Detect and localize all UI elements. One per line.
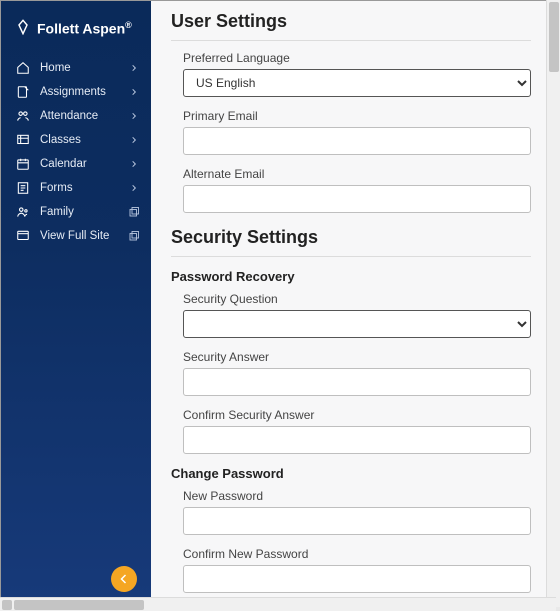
calendar-icon	[15, 157, 30, 171]
field-security-question: Security Question	[183, 292, 531, 338]
sidebar-item-label: Home	[40, 62, 117, 74]
primary-email-label: Primary Email	[183, 109, 531, 123]
security-answer-label: Security Answer	[183, 350, 531, 364]
field-confirm-security-answer: Confirm Security Answer	[183, 408, 531, 454]
sidebar-item-home[interactable]: Home	[1, 56, 151, 80]
new-password-label: New Password	[183, 489, 531, 503]
preferred-language-label: Preferred Language	[183, 51, 531, 65]
chevron-right-icon	[127, 160, 141, 168]
sidebar-item-view-full-site[interactable]: View Full Site	[1, 224, 151, 248]
field-preferred-language: Preferred Language US English	[183, 51, 531, 97]
sidebar-item-label: Family	[40, 206, 117, 218]
vertical-scrollbar[interactable]	[546, 0, 560, 607]
field-new-password: New Password	[183, 489, 531, 535]
alternate-email-input[interactable]	[183, 185, 531, 213]
password-recovery-heading: Password Recovery	[171, 269, 531, 284]
sidebar-item-calendar[interactable]: Calendar	[1, 152, 151, 176]
horizontal-scrollbar[interactable]	[0, 597, 556, 611]
new-password-input[interactable]	[183, 507, 531, 535]
sidebar-item-label: Assignments	[40, 86, 117, 98]
sidebar-item-label: View Full Site	[40, 230, 117, 242]
sidebar-item-assignments[interactable]: Assignments	[1, 80, 151, 104]
brand-icon	[15, 19, 31, 38]
sidebar-item-forms[interactable]: Forms	[1, 176, 151, 200]
security-question-select[interactable]	[183, 310, 531, 338]
confirm-new-password-input[interactable]	[183, 565, 531, 593]
primary-email-input[interactable]	[183, 127, 531, 155]
brand-name: Follett Aspen®	[37, 20, 132, 37]
divider	[171, 256, 531, 257]
sidebar-item-classes[interactable]: Classes	[1, 128, 151, 152]
sidebar: Follett Aspen® Home Assignments At	[1, 1, 151, 606]
field-security-answer: Security Answer	[183, 350, 531, 396]
security-question-label: Security Question	[183, 292, 531, 306]
sidebar-item-label: Classes	[40, 134, 117, 146]
field-alternate-email: Alternate Email	[183, 167, 531, 213]
security-settings-heading: Security Settings	[171, 227, 531, 248]
external-link-icon	[127, 230, 141, 242]
forms-icon	[15, 181, 30, 195]
chevron-right-icon	[127, 64, 141, 72]
confirm-security-answer-input[interactable]	[183, 426, 531, 454]
preferred-language-select[interactable]: US English	[183, 69, 531, 97]
assignments-icon	[15, 85, 30, 99]
sidebar-item-label: Attendance	[40, 110, 117, 122]
sidebar-item-family[interactable]: Family	[1, 200, 151, 224]
change-password-heading: Change Password	[171, 466, 531, 481]
main-content: User Settings Preferred Language US Engl…	[151, 1, 555, 606]
field-primary-email: Primary Email	[183, 109, 531, 155]
attendance-icon	[15, 109, 30, 123]
collapse-sidebar-button[interactable]	[111, 566, 137, 592]
security-answer-input[interactable]	[183, 368, 531, 396]
divider	[171, 40, 531, 41]
full-site-icon	[15, 229, 30, 243]
chevron-right-icon	[127, 88, 141, 96]
alternate-email-label: Alternate Email	[183, 167, 531, 181]
sidebar-item-attendance[interactable]: Attendance	[1, 104, 151, 128]
family-icon	[15, 205, 30, 219]
external-link-icon	[127, 206, 141, 218]
field-confirm-new-password: Confirm New Password	[183, 547, 531, 593]
chevron-right-icon	[127, 136, 141, 144]
confirm-new-password-label: Confirm New Password	[183, 547, 531, 561]
confirm-security-answer-label: Confirm Security Answer	[183, 408, 531, 422]
classes-icon	[15, 133, 30, 147]
brand-logo: Follett Aspen®	[1, 15, 151, 56]
user-settings-heading: User Settings	[171, 11, 531, 32]
sidebar-item-label: Calendar	[40, 158, 117, 170]
chevron-right-icon	[127, 112, 141, 120]
sidebar-item-label: Forms	[40, 182, 117, 194]
chevron-right-icon	[127, 184, 141, 192]
home-icon	[15, 61, 30, 75]
